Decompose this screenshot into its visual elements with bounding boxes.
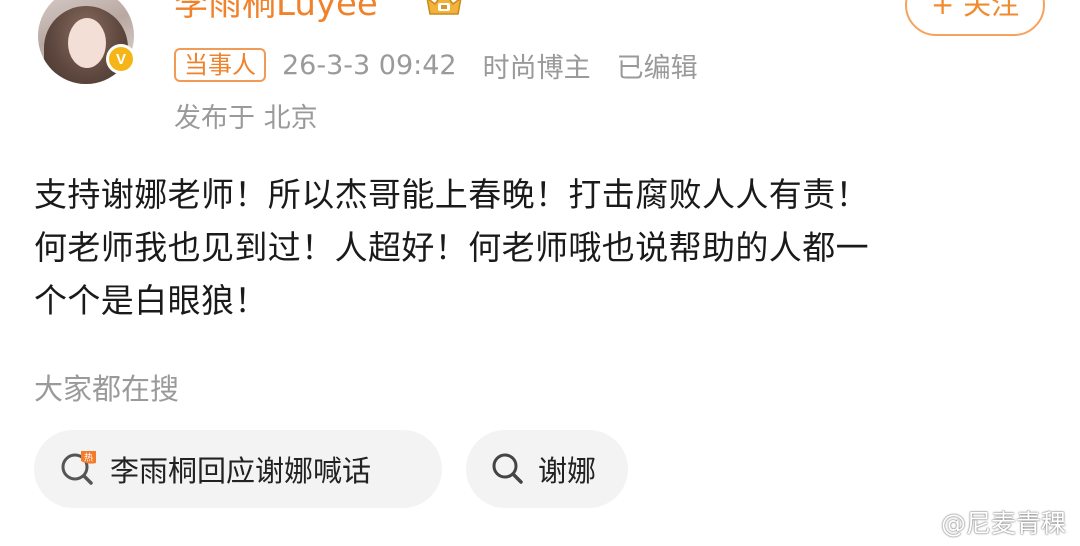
weibo-logo-icon — [900, 510, 934, 535]
search-chip-label: 谢娜 — [538, 454, 597, 488]
edited-label: 已编辑 — [616, 52, 698, 84]
search-chip-hot[interactable]: 热 李雨桐回应谢娜喊话 — [34, 430, 442, 508]
hot-search-icon: 热 — [61, 451, 96, 485]
search-section-label: 大家都在搜 — [34, 372, 180, 406]
svg-text:热: 热 — [84, 452, 93, 464]
follow-button[interactable]: + 关注 — [905, 0, 1045, 36]
post-meta: 当事人 26-3-3 09:42 时尚博主 已编辑 — [174, 46, 724, 84]
crown-icon — [426, 0, 462, 15]
watermark-text: @尼麦青稞 — [940, 509, 1066, 538]
party-tag: 当事人 — [174, 48, 266, 82]
avatar-face — [68, 18, 106, 68]
post-timestamp: 26-3-3 09:42 — [282, 49, 457, 81]
search-chip-label: 李雨桐回应谢娜喊话 — [110, 454, 372, 488]
post-text: 支持谢娜老师！所以杰哥能上春晚！打击腐败人人有责！ 何老师我也见到过！人超好！何… — [34, 168, 1054, 327]
post-text-line: 支持谢娜老师！所以杰哥能上春晚！打击腐败人人有责！ — [34, 175, 869, 214]
post-location: 发布于 北京 — [174, 103, 318, 134]
username[interactable]: 李雨桐Luyee — [174, 0, 378, 24]
post-text-line: 个个是白眼狼！ — [34, 281, 268, 320]
search-icon — [492, 453, 523, 484]
verified-badge-icon: V — [106, 44, 136, 74]
watermark: @尼麦青稞 — [900, 504, 1066, 540]
post-text-line: 何老师我也见到过！人超好！何老师哦也说帮助的人都一 — [34, 228, 869, 267]
weibo-post-screen: V 李雨桐Luyee + 关注 当事人 26-3-3 09:42 时尚博主 已编… — [0, 0, 1080, 546]
search-chip[interactable]: 谢娜 — [466, 430, 628, 508]
user-category: 时尚博主 — [482, 52, 591, 84]
